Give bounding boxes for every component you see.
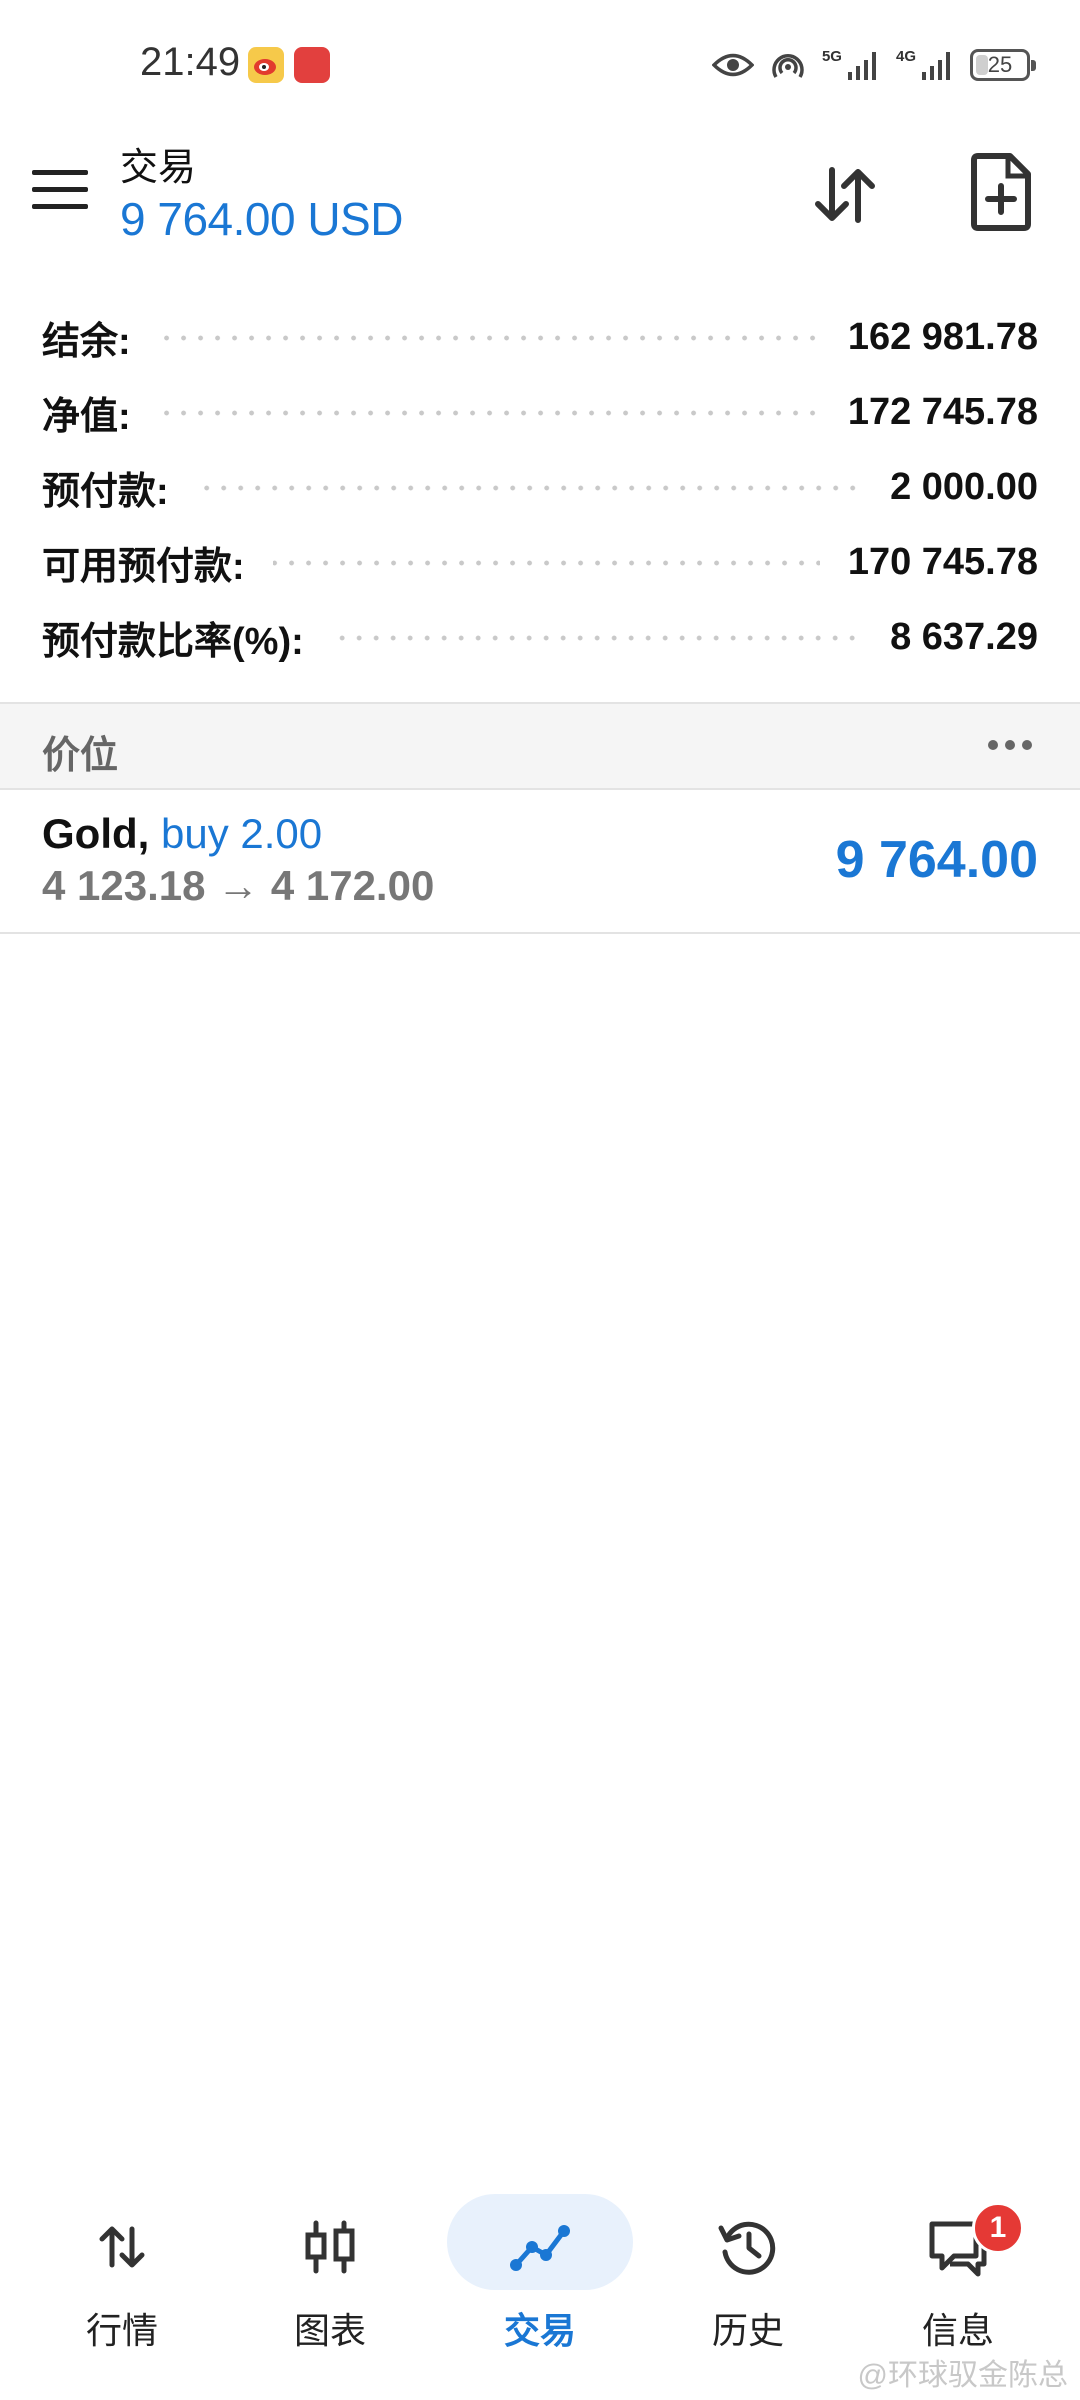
summary-label: 预付款比率(%): (42, 621, 304, 663)
summary-row: 预付款比率(%): 8 637.29 (0, 600, 1080, 675)
app-header: 交易 9 764.00 USD (0, 130, 1080, 280)
account-summary: 结余: 162 981.78 净值: 172 745.78 预付款: 2 000.00 可用… (0, 300, 1080, 675)
section-title: 价位 (42, 735, 119, 777)
status-time: 21:49 (140, 40, 241, 84)
new-order-button[interactable] (968, 152, 1034, 232)
status-bar: 21:49 5G 4G 25 (0, 0, 1080, 130)
dotted-leader (196, 484, 863, 491)
summary-label: 净值: (42, 396, 131, 438)
floating-profit: 9 764.00 USD (120, 193, 403, 245)
summary-value: 172 745.78 (847, 391, 1038, 433)
nav-label-messages: 信息 (921, 2310, 994, 2351)
appgallery-app-icon (294, 47, 330, 83)
nav-item-quotes[interactable]: 行情 (22, 2180, 222, 2380)
summary-label: 可用预付款: (42, 546, 245, 588)
battery-icon: 25 (970, 49, 1036, 81)
dotted-leader (331, 634, 863, 641)
summary-value: 162 981.78 (847, 316, 1038, 358)
menu-icon (32, 170, 88, 175)
network-type-label: 5G (821, 47, 842, 65)
nav-item-history[interactable]: 历史 (648, 2180, 848, 2380)
summary-row: 结余: 162 981.78 (0, 300, 1080, 375)
position-row[interactable]: Gold, buy 2.00 4 123.18 → 4 172.00 9 764… (0, 790, 1080, 934)
nav-label-chart: 图表 (293, 2310, 366, 2351)
new-document-icon (971, 153, 1031, 231)
nav-item-trade[interactable]: 交易 (440, 2180, 640, 2380)
summary-label: 结余: (42, 321, 131, 363)
positions-section-header: 价位 (0, 702, 1080, 790)
position-side-volume: buy 2.00 (161, 810, 323, 857)
page-title: 交易 (120, 147, 197, 189)
summary-row: 预付款: 2 000.00 (0, 450, 1080, 525)
notification-badge: 1 (972, 2202, 1024, 2254)
position-profit: 9 764.00 (835, 831, 1038, 889)
summary-value: 8 637.29 (890, 616, 1038, 658)
menu-button[interactable] (32, 170, 88, 214)
chart-icon (295, 2212, 365, 2282)
trade-icon (505, 2212, 575, 2282)
dotted-leader (158, 334, 820, 341)
position-symbol: Gold, (42, 810, 150, 857)
sort-button[interactable] (810, 160, 880, 230)
eye-icon (711, 53, 754, 77)
position-prices: 4 123.18 → 4 172.00 (42, 862, 435, 909)
weibo-app-icon (248, 47, 284, 83)
battery-level: 25 (987, 52, 1013, 77)
network-type-label-2: 4G (895, 47, 916, 65)
nav-label-trade: 交易 (503, 2310, 576, 2351)
signal-icon (847, 52, 876, 80)
summary-row: 净值: 172 745.78 (0, 375, 1080, 450)
signal-icon-2 (922, 52, 950, 80)
quotes-icon (87, 2212, 157, 2282)
summary-row: 可用预付款: 170 745.78 (0, 525, 1080, 600)
sort-icon (815, 167, 875, 223)
summary-label: 预付款: (42, 471, 169, 513)
watermark: @环球驭金陈总 (857, 2359, 1068, 2392)
dotted-leader (158, 409, 820, 416)
status-indicators: 5G 4G 25 (711, 42, 1036, 88)
history-icon (713, 2212, 783, 2282)
nav-label-quotes: 行情 (85, 2310, 158, 2351)
more-icon (988, 740, 998, 750)
nav-item-chart[interactable]: 图表 (230, 2180, 430, 2380)
nav-label-history: 历史 (711, 2310, 784, 2351)
dotted-leader (272, 559, 820, 566)
hotspot-icon (772, 54, 804, 78)
more-options-button[interactable] (988, 740, 1032, 750)
summary-value: 2 000.00 (890, 466, 1038, 508)
summary-value: 170 745.78 (847, 541, 1038, 583)
